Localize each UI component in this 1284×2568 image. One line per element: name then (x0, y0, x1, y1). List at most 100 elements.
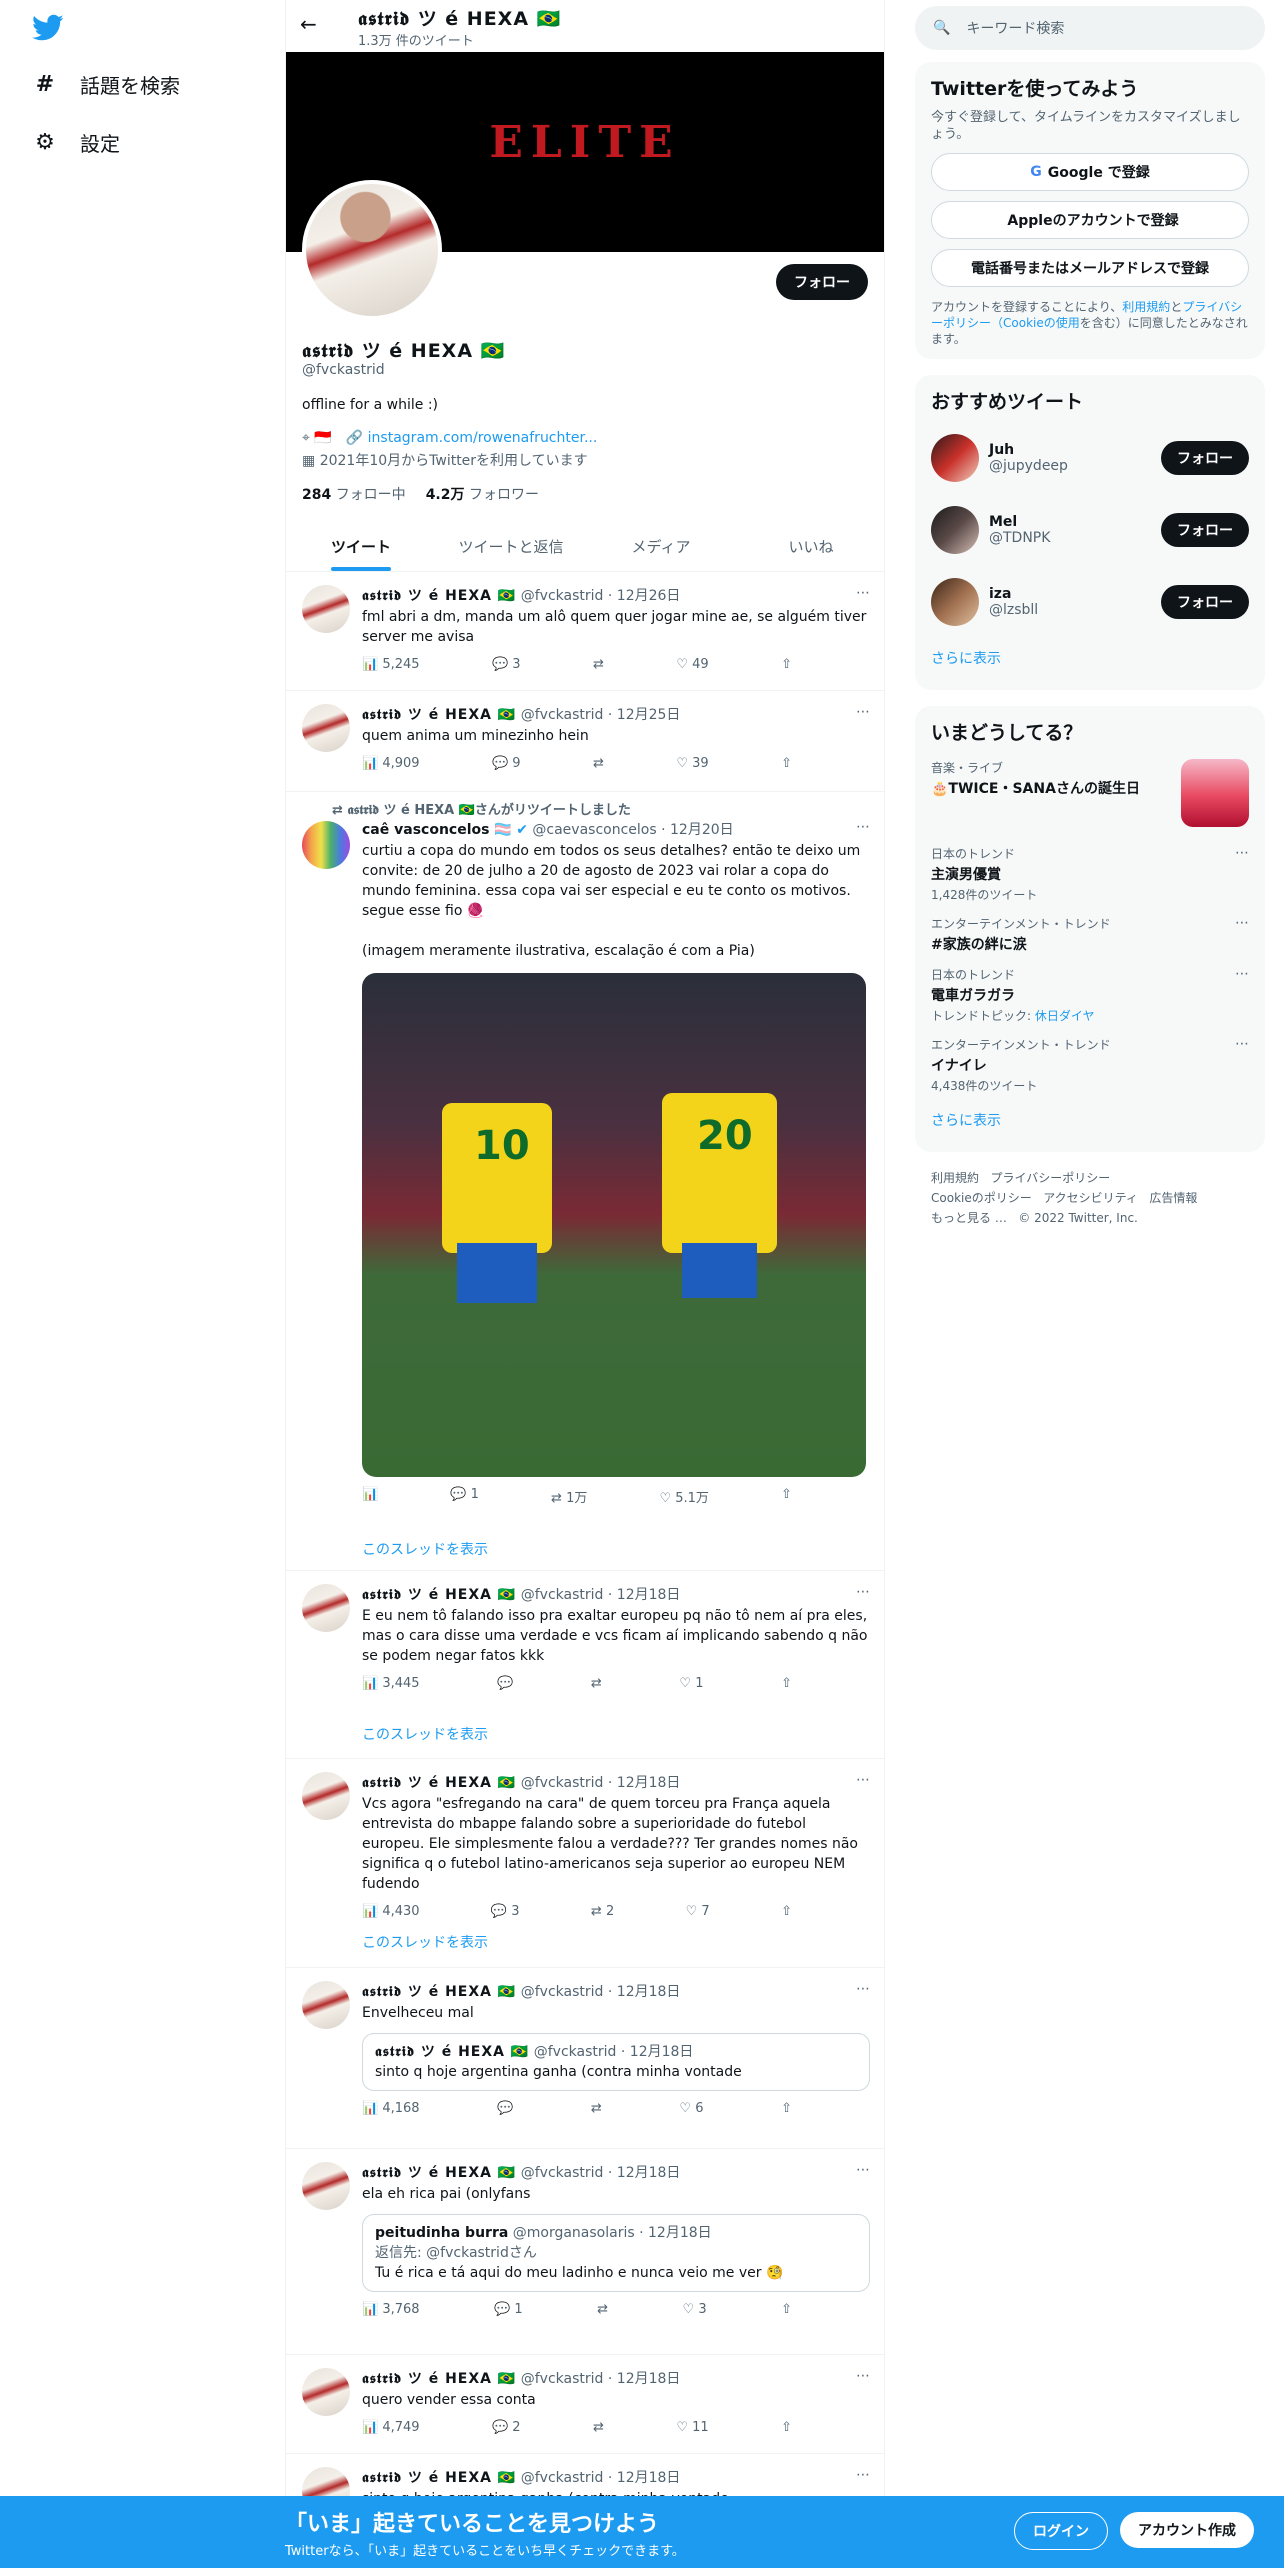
like-button[interactable]: ♡ 49 (676, 657, 708, 672)
reply-button[interactable]: 💬 (497, 1676, 513, 1691)
tweet-date[interactable]: 12月18日 (617, 2165, 681, 2181)
tweet-date[interactable]: 12月18日 (617, 1984, 681, 2000)
tweet-date[interactable]: 12月25日 (617, 707, 681, 723)
tweet[interactable]: 𝖆𝖘𝖙𝖗𝖎𝖉 ツ é HEXA 🇧🇷 @fvckastrid · 12月18日 … (286, 2356, 884, 2454)
show-thread-link[interactable]: このスレッドを表示 (362, 1539, 488, 1559)
tweet-avatar[interactable] (302, 1772, 350, 1820)
more-icon[interactable]: ⋯ (1235, 845, 1249, 861)
tweet-author[interactable]: 𝖆𝖘𝖙𝖗𝖎𝖉 ツ é HEXA 🇧🇷 (362, 588, 516, 604)
trend-item[interactable]: 日本のトレンド 主演男優賞 1,428件のツイート ⋯ (931, 839, 1249, 909)
tweet-date[interactable]: 12月18日 (617, 2470, 681, 2486)
more-icon[interactable]: ⋯ (856, 704, 870, 720)
tweet-avatar[interactable] (302, 2368, 350, 2416)
share-button[interactable]: ⇧ (781, 2420, 792, 2435)
tweet-avatar[interactable] (302, 704, 350, 752)
trend-item[interactable]: エンターテインメント・トレンド #家族の絆に涙 ⋯ (931, 909, 1249, 960)
share-button[interactable]: ⇧ (781, 2101, 792, 2116)
retweet-button[interactable]: ⇄ (597, 2302, 608, 2317)
nav-explore[interactable]: # 話題を検索 (32, 70, 180, 99)
share-button[interactable]: ⇧ (781, 2302, 792, 2317)
trend-item[interactable]: エンターテインメント・トレンド イナイレ 4,438件のツイート ⋯ (931, 1030, 1249, 1100)
retweet-button[interactable]: ⇄ (591, 1676, 602, 1691)
rec-user[interactable]: Juh @jupydeep フォロー (931, 422, 1249, 494)
tweet[interactable]: ⇄ 𝖆𝖘𝖙𝖗𝖎𝖉 ツ é HEXA 🇧🇷さんがリツイートしました caê vas… (286, 793, 884, 1571)
retweet-button[interactable]: ⇄ (591, 2101, 602, 2116)
tweet-avatar[interactable] (302, 1981, 350, 2029)
follow-button[interactable]: フォロー (776, 264, 868, 300)
more-icon[interactable]: ⋯ (856, 2467, 870, 2483)
followers-link[interactable]: 4.2万 フォロワー (426, 484, 539, 504)
tweet-author[interactable]: caê vasconcelos 🏳️‍⚧️ (362, 822, 512, 838)
like-button[interactable]: ♡ 7 (686, 1904, 710, 1919)
share-button[interactable]: ⇧ (781, 1487, 792, 1506)
tab-tweets[interactable]: ツイート (286, 522, 436, 571)
reply-button[interactable]: 💬 (497, 2101, 513, 2116)
like-button[interactable]: ♡ 3 (683, 2302, 707, 2317)
following-link[interactable]: 284 フォロー中 (302, 484, 406, 504)
quoted-tweet[interactable]: peitudinha burra @morganasolaris · 12月18… (362, 2214, 870, 2292)
tweet[interactable]: 𝖆𝖘𝖙𝖗𝖎𝖉 ツ é HEXA 🇧🇷 @fvckastrid · 12月18日 … (286, 1760, 884, 1968)
footer-terms[interactable]: 利用規約 (931, 1171, 979, 1185)
views-button[interactable]: 📊 4,168 (362, 2101, 420, 2116)
profile-avatar[interactable] (302, 180, 442, 320)
views-button[interactable]: 📊 3,768 (362, 2302, 420, 2317)
tweet-avatar[interactable] (302, 821, 350, 869)
trend-item[interactable]: 日本のトレンド 電車ガラガラ トレンドトピック: 休日ダイヤ ⋯ (931, 960, 1249, 1030)
rec-follow-button[interactable]: フォロー (1161, 513, 1249, 547)
reply-button[interactable]: 💬 3 (491, 1904, 520, 1919)
profile-link[interactable]: instagram.com/rowenafruchter... (368, 430, 598, 446)
more-icon[interactable]: ⋯ (856, 1981, 870, 1997)
search-box[interactable]: 🔍 キーワード検索 (915, 6, 1265, 50)
rec-user[interactable]: Mel @TDNPK フォロー (931, 494, 1249, 566)
rec-avatar[interactable] (931, 434, 979, 482)
nav-settings[interactable]: ⚙ 設定 (32, 128, 120, 157)
like-button[interactable]: ♡ 1 (679, 1676, 703, 1691)
show-thread-link[interactable]: このスレッドを表示 (362, 1932, 488, 1952)
views-button[interactable]: 📊 4,749 (362, 2420, 420, 2435)
tweet-author[interactable]: 𝖆𝖘𝖙𝖗𝖎𝖉 ツ é HEXA 🇧🇷 (362, 1775, 516, 1791)
tab-media[interactable]: メディア (586, 522, 736, 571)
tweet-author[interactable]: 𝖆𝖘𝖙𝖗𝖎𝖉 ツ é HEXA 🇧🇷 (362, 707, 516, 723)
quoted-tweet[interactable]: 𝖆𝖘𝖙𝖗𝖎𝖉 ツ é HEXA 🇧🇷 @fvckastrid · 12月18日 … (362, 2033, 870, 2091)
tweet-author[interactable]: 𝖆𝖘𝖙𝖗𝖎𝖉 ツ é HEXA 🇧🇷 (362, 1984, 516, 2000)
tweet-avatar[interactable] (302, 2162, 350, 2210)
like-button[interactable]: ♡ 11 (676, 2420, 708, 2435)
more-icon[interactable]: ⋯ (1235, 966, 1249, 982)
show-more-link[interactable]: さらに表示 (931, 1100, 1249, 1140)
create-account-button[interactable]: アカウント作成 (1120, 2512, 1254, 2548)
reply-button[interactable]: 💬 2 (492, 2420, 521, 2435)
tweet-author[interactable]: 𝖆𝖘𝖙𝖗𝖎𝖉 ツ é HEXA 🇧🇷 (362, 2165, 516, 2181)
reply-button[interactable]: 💬 1 (450, 1487, 479, 1506)
more-icon[interactable]: ⋯ (856, 1772, 870, 1788)
share-button[interactable]: ⇧ (781, 1676, 792, 1691)
retweet-button[interactable]: ⇄ 1万 (551, 1487, 587, 1506)
views-button[interactable]: 📊 4,430 (362, 1904, 420, 1919)
tweet[interactable]: 𝖆𝖘𝖙𝖗𝖎𝖉 ツ é HEXA 🇧🇷 @fvckastrid · 12月25日 … (286, 692, 884, 792)
tweet-avatar[interactable] (302, 585, 350, 633)
footer-accessibility[interactable]: アクセシビリティ (1043, 1191, 1138, 1205)
tweet[interactable]: 𝖆𝖘𝖙𝖗𝖎𝖉 ツ é HEXA 🇧🇷 @fvckastrid · 12月26日 … (286, 573, 884, 691)
more-icon[interactable]: ⋯ (856, 819, 870, 835)
tweet-date[interactable]: 12月18日 (617, 1775, 681, 1791)
footer-cookie[interactable]: Cookieのポリシー (931, 1191, 1032, 1205)
tweet-date[interactable]: 12月20日 (670, 822, 734, 838)
views-button[interactable]: 📊 5,245 (362, 657, 420, 672)
show-thread-link[interactable]: このスレッドを表示 (362, 1724, 488, 1744)
more-icon[interactable]: ⋯ (856, 2368, 870, 2384)
tweet[interactable]: 𝖆𝖘𝖙𝖗𝖎𝖉 ツ é HEXA 🇧🇷 @fvckastrid · 12月18日 … (286, 2150, 884, 2355)
tweet-author[interactable]: 𝖆𝖘𝖙𝖗𝖎𝖉 ツ é HEXA 🇧🇷 (362, 2371, 516, 2387)
retweet-button[interactable]: ⇄ (593, 756, 604, 771)
trend-topic-link[interactable]: 休日ダイヤ (1035, 1009, 1095, 1023)
retweet-button[interactable]: ⇄ (593, 657, 604, 672)
apple-signup-button[interactable]: Appleのアカウントで登録 (931, 201, 1249, 239)
tweet-author[interactable]: 𝖆𝖘𝖙𝖗𝖎𝖉 ツ é HEXA 🇧🇷 (362, 1587, 516, 1603)
rec-user[interactable]: iza @lzsbll フォロー (931, 566, 1249, 638)
terms-link[interactable]: 利用規約 (1122, 300, 1170, 314)
more-icon[interactable]: ⋯ (1235, 1036, 1249, 1052)
tweet-media-photo[interactable]: 10 20 (362, 973, 866, 1477)
retweet-button[interactable]: ⇄ 2 (591, 1904, 614, 1919)
rec-follow-button[interactable]: フォロー (1161, 441, 1249, 475)
more-icon[interactable]: ⋯ (856, 2162, 870, 2178)
like-button[interactable]: ♡ 6 (679, 2101, 703, 2116)
like-button[interactable]: ♡ 39 (676, 756, 708, 771)
